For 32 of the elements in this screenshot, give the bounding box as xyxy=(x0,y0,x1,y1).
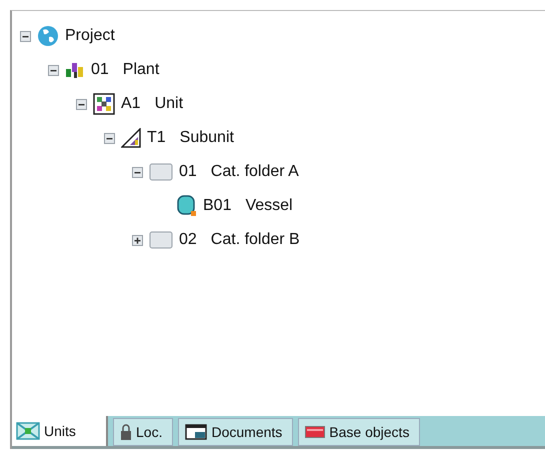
expand-toggle[interactable] xyxy=(132,234,143,246)
tab[interactable]: Units xyxy=(12,416,108,446)
folder-icon xyxy=(149,162,173,182)
collapse-toggle[interactable] xyxy=(104,132,115,144)
unit-icon xyxy=(93,93,115,115)
node-code[interactable]: Project xyxy=(65,27,115,45)
node-label[interactable]: Cat. folder B xyxy=(210,231,300,249)
node-label[interactable]: Subunit xyxy=(180,129,234,147)
node-label[interactable]: Unit xyxy=(154,95,184,113)
tab[interactable]: Base objects xyxy=(298,418,420,446)
folder-icon xyxy=(149,230,173,250)
node-label[interactable]: Cat. folder A xyxy=(210,163,299,181)
document-window-icon xyxy=(185,424,208,440)
node-code[interactable]: B01 xyxy=(203,197,232,215)
node-label[interactable]: Vessel xyxy=(245,197,293,215)
node-code[interactable]: T1 xyxy=(147,129,166,147)
tab[interactable]: Documents xyxy=(178,418,294,446)
base-object-icon xyxy=(305,426,326,438)
collapse-toggle[interactable] xyxy=(20,30,31,42)
collapse-toggle[interactable] xyxy=(76,98,87,110)
node-code[interactable]: A1 xyxy=(121,95,141,113)
node-code[interactable]: 02 xyxy=(179,231,197,249)
collapse-toggle[interactable] xyxy=(132,166,143,178)
globe-icon xyxy=(37,25,59,47)
lock-icon xyxy=(120,424,132,440)
node-code[interactable]: 01 xyxy=(179,163,197,181)
node-code[interactable]: 01 xyxy=(91,61,109,79)
collapse-toggle[interactable] xyxy=(48,64,59,76)
node-label[interactable]: Plant xyxy=(122,61,160,79)
vessel-icon xyxy=(177,195,197,217)
units-icon xyxy=(16,422,40,440)
tab[interactable]: Loc. xyxy=(113,418,174,446)
